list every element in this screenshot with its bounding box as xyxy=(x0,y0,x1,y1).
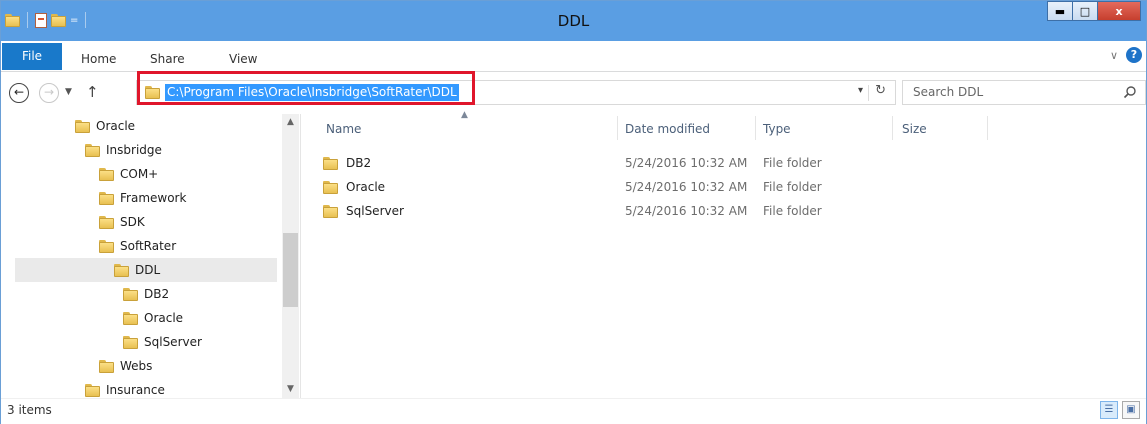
scroll-up-icon[interactable]: ▲ xyxy=(282,114,299,131)
tree-item-label: SqlServer xyxy=(144,335,202,349)
folder-icon xyxy=(123,335,138,349)
scroll-thumb[interactable] xyxy=(283,233,298,307)
column-divider xyxy=(755,116,756,140)
tree-item-label: Webs xyxy=(120,359,153,373)
file-name: Oracle xyxy=(346,180,386,194)
tree-item-label: Insbridge xyxy=(106,143,162,157)
search-input[interactable] xyxy=(911,84,1105,100)
tree-item-softrater[interactable]: SoftRater xyxy=(99,234,176,258)
tree-item-db2[interactable]: DB2 xyxy=(123,282,169,306)
tree-item-label: Framework xyxy=(120,191,187,205)
help-icon[interactable]: ? xyxy=(1126,47,1142,63)
file-name: DB2 xyxy=(346,156,372,170)
file-name-cell: SqlServer xyxy=(323,199,404,223)
file-list: ▲ Name Date modified Type Size DB2 5/24/… xyxy=(301,110,1146,398)
refresh-icon[interactable]: ↻ xyxy=(875,83,886,98)
view-switcher: ☰ ▣ xyxy=(1100,401,1140,419)
file-date: 5/24/2016 10:32 AM xyxy=(625,204,748,218)
chevron-down-icon[interactable]: ∨ xyxy=(1110,49,1118,62)
tab-home[interactable]: Home xyxy=(81,48,116,70)
file-name-cell: Oracle xyxy=(323,175,385,199)
tab-share[interactable]: Share xyxy=(150,48,185,70)
column-header-name[interactable]: Name xyxy=(326,114,361,144)
file-type: File folder xyxy=(763,156,822,170)
folder-icon xyxy=(85,383,100,397)
tab-file[interactable]: File xyxy=(2,43,62,70)
tree-item-sdk[interactable]: SDK xyxy=(99,210,145,234)
large-icons-view-icon[interactable]: ▣ xyxy=(1122,401,1140,419)
window-title: DDL xyxy=(557,12,590,30)
folder-icon xyxy=(323,156,338,170)
navigation-pane: Oracle Insbridge COM+ Framework SDK Soft… xyxy=(1,114,301,398)
search-box[interactable] xyxy=(902,80,1146,105)
tree-item-label: DB2 xyxy=(144,287,170,301)
column-divider xyxy=(987,116,988,140)
tree-item-label: Oracle xyxy=(96,119,136,133)
up-button[interactable]: ↑ xyxy=(86,83,99,101)
address-path[interactable]: C:\Program Files\Oracle\Insbridge\SoftRa… xyxy=(165,84,459,101)
file-type: File folder xyxy=(763,180,822,194)
tree-item-label: COM+ xyxy=(120,167,159,181)
column-header-size[interactable]: Size xyxy=(902,114,927,144)
minimize-button[interactable]: ▬ xyxy=(1047,1,1073,21)
address-bar[interactable]: C:\Program Files\Oracle\Insbridge\SoftRa… xyxy=(136,80,896,105)
column-divider xyxy=(892,116,893,140)
title-bar: = DDL ▬ □ x xyxy=(1,1,1146,41)
file-date: 5/24/2016 10:32 AM xyxy=(625,180,748,194)
folder-icon xyxy=(114,263,129,277)
tree-item-oracle[interactable]: Oracle xyxy=(75,114,135,138)
divider xyxy=(868,85,869,101)
ribbon-tabs: File Home Share View ∨ ? xyxy=(1,41,1146,72)
folder-icon xyxy=(99,359,114,373)
tree-item-label: SoftRater xyxy=(120,239,177,253)
item-count: 3 items xyxy=(7,403,52,417)
window-controls: ▬ □ x xyxy=(1047,1,1141,21)
file-date: 5/24/2016 10:32 AM xyxy=(625,156,748,170)
details-view-icon[interactable]: ☰ xyxy=(1100,401,1118,419)
explorer-window: = DDL ▬ □ x File Home Share View ∨ ? ← →… xyxy=(0,0,1147,424)
folder-icon xyxy=(123,311,138,325)
sort-arrow-icon: ▲ xyxy=(461,110,468,120)
folder-icon xyxy=(99,191,114,205)
folder-icon xyxy=(99,215,114,229)
file-type: File folder xyxy=(763,204,822,218)
address-dropdown-icon[interactable]: ▾ xyxy=(858,85,863,96)
tree-item-ddl[interactable]: DDL xyxy=(15,258,277,282)
tree-item-label: Oracle xyxy=(144,311,184,325)
folder-icon xyxy=(75,119,90,133)
tree-item-framework[interactable]: Framework xyxy=(99,186,186,210)
tree-item-insbridge[interactable]: Insbridge xyxy=(85,138,162,162)
search-icon[interactable] xyxy=(1123,85,1137,99)
tree-item-oracle-sub[interactable]: Oracle xyxy=(123,306,183,330)
folder-icon xyxy=(323,180,338,194)
folder-icon xyxy=(99,167,114,181)
column-header-date[interactable]: Date modified xyxy=(625,114,710,144)
column-divider xyxy=(617,116,618,140)
folder-icon xyxy=(123,287,138,301)
tab-view[interactable]: View xyxy=(229,48,257,70)
tree-item-webs[interactable]: Webs xyxy=(99,354,152,378)
back-button[interactable]: ← xyxy=(9,83,29,103)
folder-icon xyxy=(323,204,338,218)
maximize-button[interactable]: □ xyxy=(1072,1,1098,21)
address-row: ← → ▼ ↑ C:\Program Files\Oracle\Insbridg… xyxy=(1,72,1146,114)
folder-icon xyxy=(85,143,100,157)
column-header-type[interactable]: Type xyxy=(763,114,791,144)
ribbon-controls: ∨ ? xyxy=(1110,47,1142,63)
recent-locations-dropdown[interactable]: ▼ xyxy=(65,87,72,97)
status-bar: 3 items ☰ ▣ xyxy=(1,398,1146,424)
scroll-down-icon[interactable]: ▼ xyxy=(282,381,299,398)
folder-icon xyxy=(99,239,114,253)
tree-item-com[interactable]: COM+ xyxy=(99,162,158,186)
nav-scrollbar[interactable]: ▲ ▼ xyxy=(282,114,299,398)
forward-button[interactable]: → xyxy=(39,83,59,103)
folder-icon xyxy=(145,86,160,99)
tree-item-label: SDK xyxy=(120,215,145,229)
file-name-cell: DB2 xyxy=(323,151,371,175)
tree-item-sqlserver[interactable]: SqlServer xyxy=(123,330,202,354)
close-button[interactable]: x xyxy=(1097,1,1141,21)
tree-item-label: DDL xyxy=(135,263,161,277)
file-name: SqlServer xyxy=(346,204,404,218)
